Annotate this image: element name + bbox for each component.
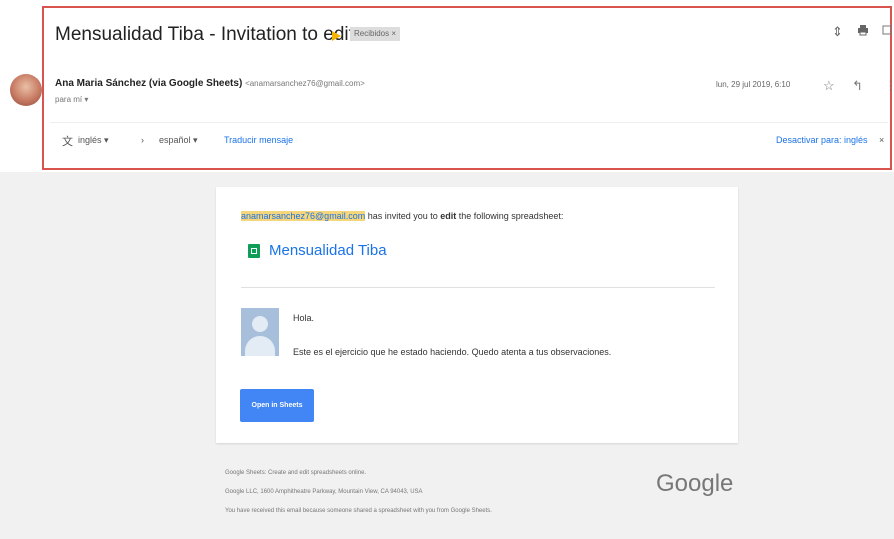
close-icon[interactable]: × bbox=[879, 135, 884, 145]
email-subject: Mensualidad Tiba - Invitation to edit bbox=[55, 24, 354, 45]
spreadsheet-link[interactable]: Mensualidad Tiba bbox=[269, 242, 387, 259]
disable-translation-link[interactable]: Desactivar para: inglés bbox=[776, 135, 868, 145]
footer-notice: You have received this email because som… bbox=[225, 508, 492, 514]
open-in-sheets-button[interactable]: Open in Sheets bbox=[240, 389, 314, 422]
translate-bar: 文 inglés ▾ › español ▾ Traducir mensaje … bbox=[50, 122, 888, 159]
star-icon[interactable]: ☆ bbox=[823, 78, 835, 94]
print-icon[interactable] bbox=[857, 24, 869, 39]
language-arrow: › bbox=[141, 135, 144, 145]
translate-message-link[interactable]: Traducir mensaje bbox=[224, 135, 293, 145]
sheets-icon bbox=[248, 244, 260, 258]
default-avatar-icon bbox=[241, 308, 279, 356]
more-icon[interactable]: ⋮ bbox=[884, 78, 894, 94]
invite-text-part2: the following spreadsheet: bbox=[456, 211, 564, 221]
sender-avatar bbox=[10, 74, 42, 106]
invitation-text: anamarsanchez76@gmail.com has invited yo… bbox=[241, 211, 563, 221]
message-greeting: Hola. bbox=[293, 313, 315, 323]
sender-name: Ana Maria Sánchez (via Google Sheets) bbox=[55, 78, 243, 89]
invite-text-part1: has invited you to bbox=[365, 211, 441, 221]
invite-edit-word: edit bbox=[440, 211, 457, 221]
recipient-dropdown[interactable]: para mí ▾ bbox=[55, 95, 88, 104]
message-body: Este es el ejercicio que he estado hacie… bbox=[293, 347, 612, 357]
inviter-email-link[interactable]: anamarsanchez76@gmail.com bbox=[241, 211, 366, 221]
translate-icon: 文 bbox=[62, 136, 73, 148]
open-in-new-icon[interactable] bbox=[882, 24, 892, 39]
invitation-card: anamarsanchez76@gmail.com has invited yo… bbox=[216, 187, 738, 443]
expand-icon[interactable]: ⇕ bbox=[832, 24, 843, 40]
email-date: lun, 29 jul 2019, 6:10 bbox=[716, 80, 791, 89]
importance-marker-icon[interactable] bbox=[332, 31, 341, 41]
google-logo: Google bbox=[656, 470, 734, 497]
divider bbox=[241, 287, 715, 288]
source-language-dropdown[interactable]: inglés ▾ bbox=[78, 135, 109, 146]
inbox-label-chip[interactable]: Recibidos × bbox=[350, 27, 401, 41]
footer-line-1: Google Sheets: Create and edit spreadshe… bbox=[225, 470, 367, 476]
sender-email: <anamarsanchez76@gmail.com> bbox=[245, 79, 365, 88]
footer-address: Google LLC, 1600 Amphitheatre Parkway, M… bbox=[225, 489, 423, 495]
reply-icon[interactable]: ↰ bbox=[852, 78, 863, 94]
sender-line: Ana Maria Sánchez (via Google Sheets) <a… bbox=[55, 78, 365, 89]
target-language-dropdown[interactable]: español ▾ bbox=[159, 135, 198, 146]
